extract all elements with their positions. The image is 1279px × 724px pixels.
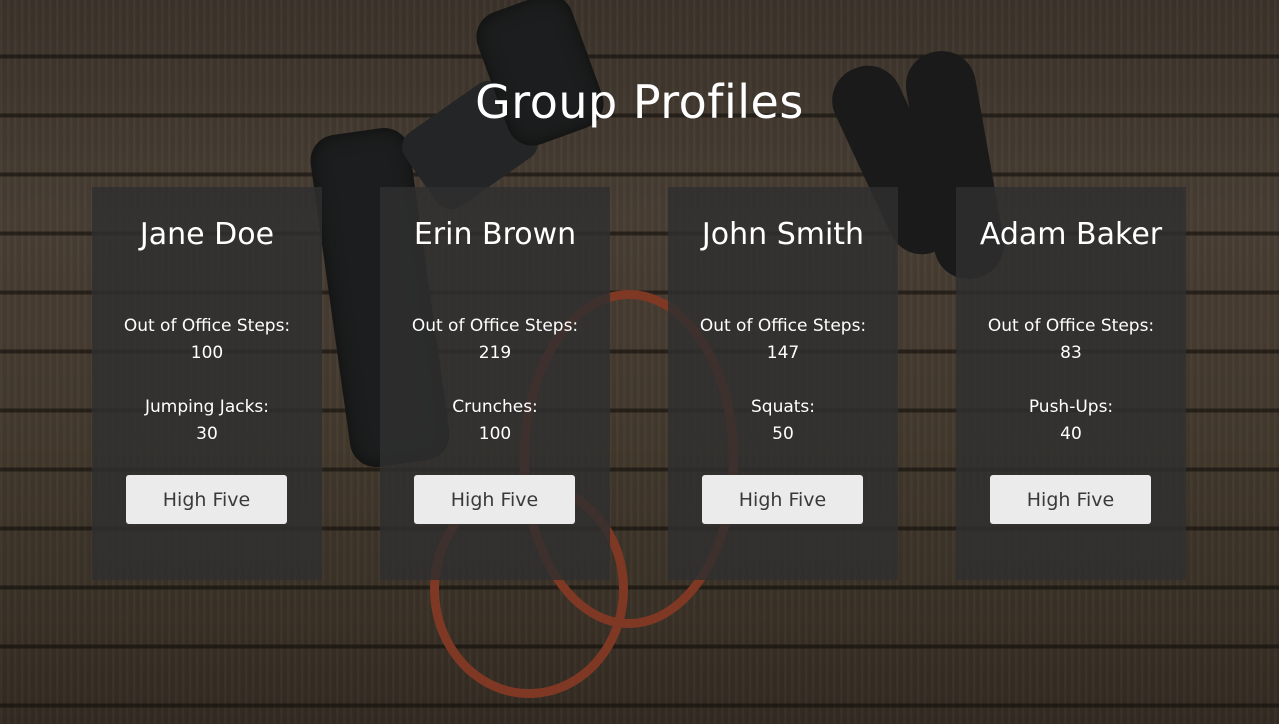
stat-value: 50	[772, 424, 794, 444]
profile-card: Erin Brown Out of Office Steps: 219 Crun…	[380, 187, 610, 580]
page-background: Group Profiles Jane Doe Out of Office St…	[0, 0, 1279, 724]
profile-card: Jane Doe Out of Office Steps: 100 Jumpin…	[92, 187, 322, 580]
stat-value: 100	[190, 343, 224, 363]
stat-exercise: Crunches: 100	[380, 394, 610, 448]
profile-name: Adam Baker	[979, 217, 1163, 252]
stat-exercise: Jumping Jacks: 30	[92, 394, 322, 448]
profile-name: Jane Doe	[139, 217, 275, 252]
high-five-button[interactable]: High Five	[414, 475, 575, 524]
stat-out-of-office-steps: Out of Office Steps: 219	[380, 313, 610, 367]
profile-cards: Jane Doe Out of Office Steps: 100 Jumpin…	[92, 187, 1187, 580]
stat-value: 83	[1060, 343, 1082, 363]
stat-exercise: Push-Ups: 40	[956, 394, 1186, 448]
stat-value: 147	[766, 343, 800, 363]
profile-name: John Smith	[701, 217, 865, 252]
stat-exercise: Squats: 50	[668, 394, 898, 448]
stat-label: Push-Ups:	[1028, 397, 1114, 417]
stat-out-of-office-steps: Out of Office Steps: 83	[956, 313, 1186, 367]
stat-label: Squats:	[750, 397, 816, 417]
profile-card: John Smith Out of Office Steps: 147 Squa…	[668, 187, 898, 580]
stat-value: 219	[478, 343, 512, 363]
stat-label: Out of Office Steps:	[411, 316, 579, 336]
high-five-button[interactable]: High Five	[990, 475, 1151, 524]
stat-label: Crunches:	[452, 397, 538, 417]
stat-label: Out of Office Steps:	[123, 316, 291, 336]
profile-card: Adam Baker Out of Office Steps: 83 Push-…	[956, 187, 1186, 580]
stat-value: 30	[196, 424, 218, 444]
high-five-button[interactable]: High Five	[702, 475, 863, 524]
profile-name: Erin Brown	[413, 217, 577, 252]
page-title: Group Profiles	[475, 74, 804, 129]
stat-value: 100	[478, 424, 512, 444]
stat-label: Out of Office Steps:	[987, 316, 1155, 336]
stat-out-of-office-steps: Out of Office Steps: 100	[92, 313, 322, 367]
stat-label: Out of Office Steps:	[699, 316, 867, 336]
stat-value: 40	[1060, 424, 1082, 444]
stat-label: Jumping Jacks:	[144, 397, 270, 417]
high-five-button[interactable]: High Five	[126, 475, 287, 524]
stat-out-of-office-steps: Out of Office Steps: 147	[668, 313, 898, 367]
